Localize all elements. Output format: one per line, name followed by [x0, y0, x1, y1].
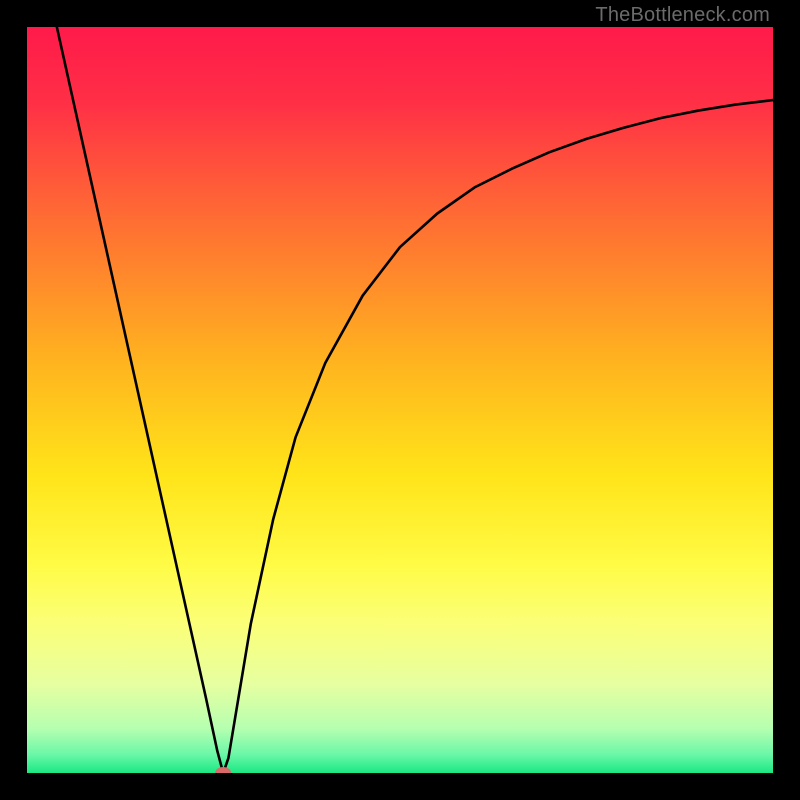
curve-layer	[27, 27, 773, 773]
plot-area	[27, 27, 773, 773]
bottleneck-curve	[57, 27, 773, 773]
chart-container: TheBottleneck.com	[0, 0, 800, 800]
optimal-marker	[215, 767, 231, 773]
watermark-text: TheBottleneck.com	[595, 4, 770, 27]
